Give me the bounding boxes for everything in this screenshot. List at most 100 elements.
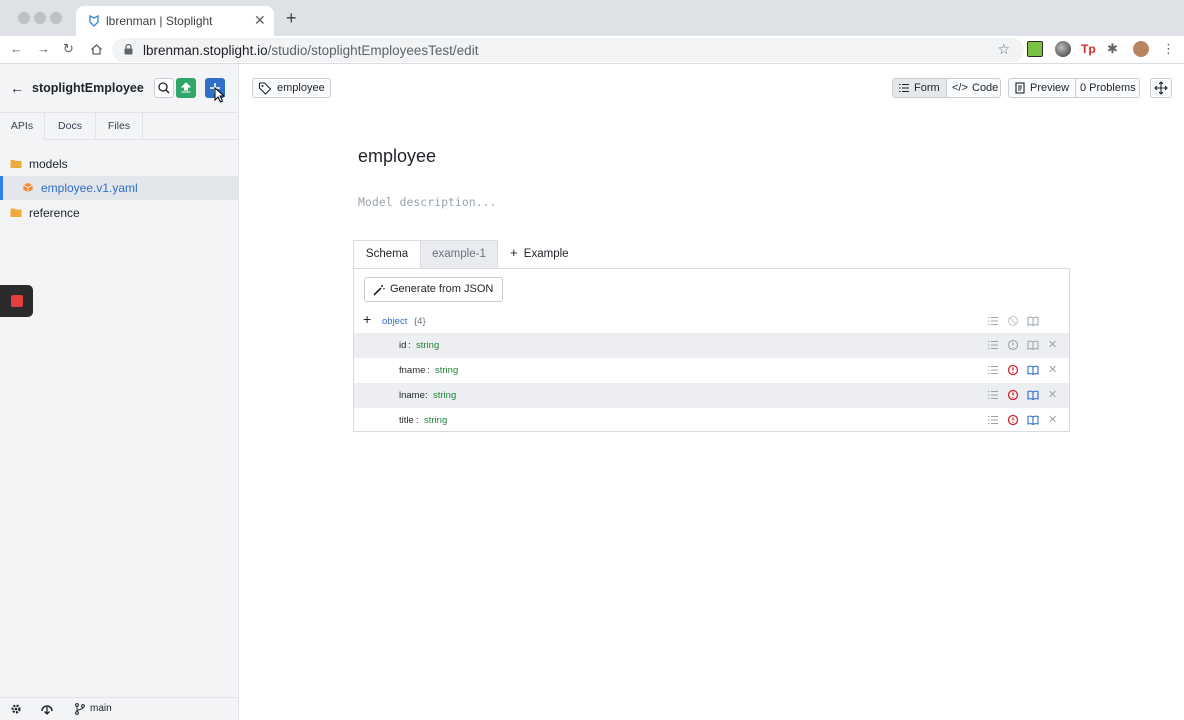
property-name: lname	[399, 390, 425, 401]
code-view-button[interactable]: </> Code	[947, 79, 1001, 97]
tab-docs[interactable]: Docs	[45, 113, 96, 140]
property-row-id[interactable]: id : string ✕	[354, 333, 1069, 358]
model-title[interactable]: employee	[358, 146, 436, 167]
add-example-button[interactable]: + Example	[510, 240, 580, 268]
tag-icon	[258, 82, 272, 95]
search-button[interactable]	[154, 78, 174, 98]
tab-example-1[interactable]: example-1	[421, 240, 498, 268]
editor-main: employee Form </> Code Preview 0 Problem…	[239, 64, 1184, 720]
book-icon[interactable]	[1027, 364, 1039, 376]
tree-file-employee-v1[interactable]: employee.v1.yaml	[0, 176, 238, 200]
root-type: object	[382, 316, 408, 327]
remove-icon[interactable]: ✕	[1048, 363, 1060, 376]
properties-list-icon[interactable]	[987, 364, 999, 376]
remove-icon[interactable]: ✕	[1048, 413, 1060, 426]
preview-button[interactable]: Preview	[1009, 79, 1075, 97]
publish-button[interactable]	[176, 78, 196, 98]
expand-icon[interactable]: +	[363, 311, 371, 327]
property-name: fname	[399, 365, 426, 376]
property-name: title	[399, 415, 414, 426]
breadcrumb-tag[interactable]: employee	[252, 78, 331, 98]
preview-label: Preview	[1030, 82, 1070, 94]
forward-icon[interactable]: →	[37, 41, 50, 56]
form-view-button[interactable]: Form	[893, 79, 946, 97]
model-cube-icon	[23, 182, 33, 193]
address-bar[interactable]: lbrenman.stoplight.io/studio/stoplightEm…	[112, 38, 1024, 62]
model-description-input[interactable]: Model description...	[358, 195, 496, 209]
property-row-fname[interactable]: fname : string ✕	[354, 358, 1069, 383]
properties-list-icon[interactable]	[987, 389, 999, 401]
magic-wand-icon	[373, 285, 385, 296]
required-icon[interactable]	[1007, 339, 1019, 351]
required-icon[interactable]	[1007, 389, 1019, 401]
sidebar: ← stoplightEmployee APIs Docs Files mode…	[0, 64, 239, 720]
breadcrumb-label: employee	[277, 82, 325, 94]
tab-schema[interactable]: Schema	[353, 240, 421, 268]
browser-menu-icon[interactable]: ⋮	[1162, 41, 1178, 57]
record-button[interactable]	[0, 285, 33, 317]
back-arrow-icon[interactable]: ←	[10, 80, 24, 96]
extension-tp-icon[interactable]: Tp	[1081, 41, 1097, 57]
back-icon[interactable]: ←	[10, 41, 23, 56]
extension-orb-icon[interactable]	[1055, 41, 1071, 57]
problems-label: 0 Problems	[1080, 82, 1136, 94]
book-icon[interactable]	[1027, 339, 1039, 351]
book-icon[interactable]	[1027, 389, 1039, 401]
tree-folder-models[interactable]: models	[0, 152, 238, 176]
folder-open-icon	[10, 160, 22, 168]
colon: :	[416, 415, 419, 426]
move-arrows-icon	[1154, 81, 1168, 95]
plus-icon: +	[510, 245, 518, 260]
mouse-cursor-icon	[214, 87, 226, 103]
properties-list-icon[interactable]	[987, 414, 999, 426]
home-icon[interactable]	[90, 43, 103, 56]
problems-button[interactable]: 0 Problems	[1076, 79, 1140, 97]
profile-avatar[interactable]	[1133, 41, 1149, 57]
code-label: Code	[972, 82, 999, 94]
colon: :	[425, 390, 428, 401]
remove-icon[interactable]: ✕	[1048, 388, 1060, 401]
close-window-button[interactable]	[18, 12, 30, 24]
root-count: {4}	[414, 316, 426, 327]
remove-icon[interactable]: ✕	[1048, 338, 1060, 351]
required-icon[interactable]	[1007, 364, 1019, 376]
git-branch-icon[interactable]	[73, 702, 87, 716]
tab-files[interactable]: Files	[96, 113, 143, 140]
extensions-puzzle-icon[interactable]: ✱	[1107, 41, 1123, 57]
schema-root-row[interactable]: + object {4}	[354, 309, 1069, 334]
properties-list-icon[interactable]	[987, 315, 999, 327]
property-type: string	[435, 365, 459, 376]
generate-from-json-button[interactable]: Generate from JSON	[364, 277, 503, 302]
branch-name[interactable]: main	[90, 703, 112, 714]
book-icon[interactable]	[1027, 414, 1039, 426]
generate-label: Generate from JSON	[390, 283, 494, 295]
properties-list-icon[interactable]	[987, 339, 999, 351]
ban-icon[interactable]	[1007, 315, 1019, 327]
tree-label: reference	[29, 206, 80, 220]
document-icon	[1015, 82, 1025, 94]
bookmark-star-icon[interactable]: ☆	[997, 41, 1010, 58]
stoplight-favicon-icon	[89, 14, 99, 27]
book-icon[interactable]	[1027, 315, 1039, 327]
reload-icon[interactable]: ↻	[63, 41, 74, 57]
gear-icon[interactable]	[9, 702, 23, 716]
fullscreen-button[interactable]	[1150, 78, 1172, 98]
new-tab-icon[interactable]: +	[286, 9, 297, 27]
url-text: lbrenman.stoplight.io/studio/stoplightEm…	[143, 43, 478, 58]
tree-folder-reference[interactable]: reference	[0, 201, 238, 225]
property-type: string	[433, 390, 457, 401]
close-tab-icon[interactable]: ✕	[254, 12, 266, 29]
extension-m-icon[interactable]	[1027, 41, 1043, 57]
property-row-lname[interactable]: lname : string ✕	[354, 383, 1069, 408]
minimize-window-button[interactable]	[34, 12, 46, 24]
project-name: stoplightEmployee	[32, 81, 144, 95]
required-icon[interactable]	[1007, 414, 1019, 426]
sidebar-header: ← stoplightEmployee	[0, 64, 238, 112]
tab-apis[interactable]: APIs	[0, 113, 45, 140]
deploy-icon[interactable]	[40, 702, 54, 716]
property-row-title[interactable]: title : string ✕	[354, 408, 1069, 433]
browser-tab[interactable]: lbrenman | Stoplight ✕	[76, 6, 274, 36]
browser-toolbar: ← → ↻ lbrenman.stoplight.io/studio/stopl…	[0, 36, 1184, 64]
zoom-window-button[interactable]	[50, 12, 62, 24]
view-toggle: Form </> Code	[892, 78, 1001, 98]
